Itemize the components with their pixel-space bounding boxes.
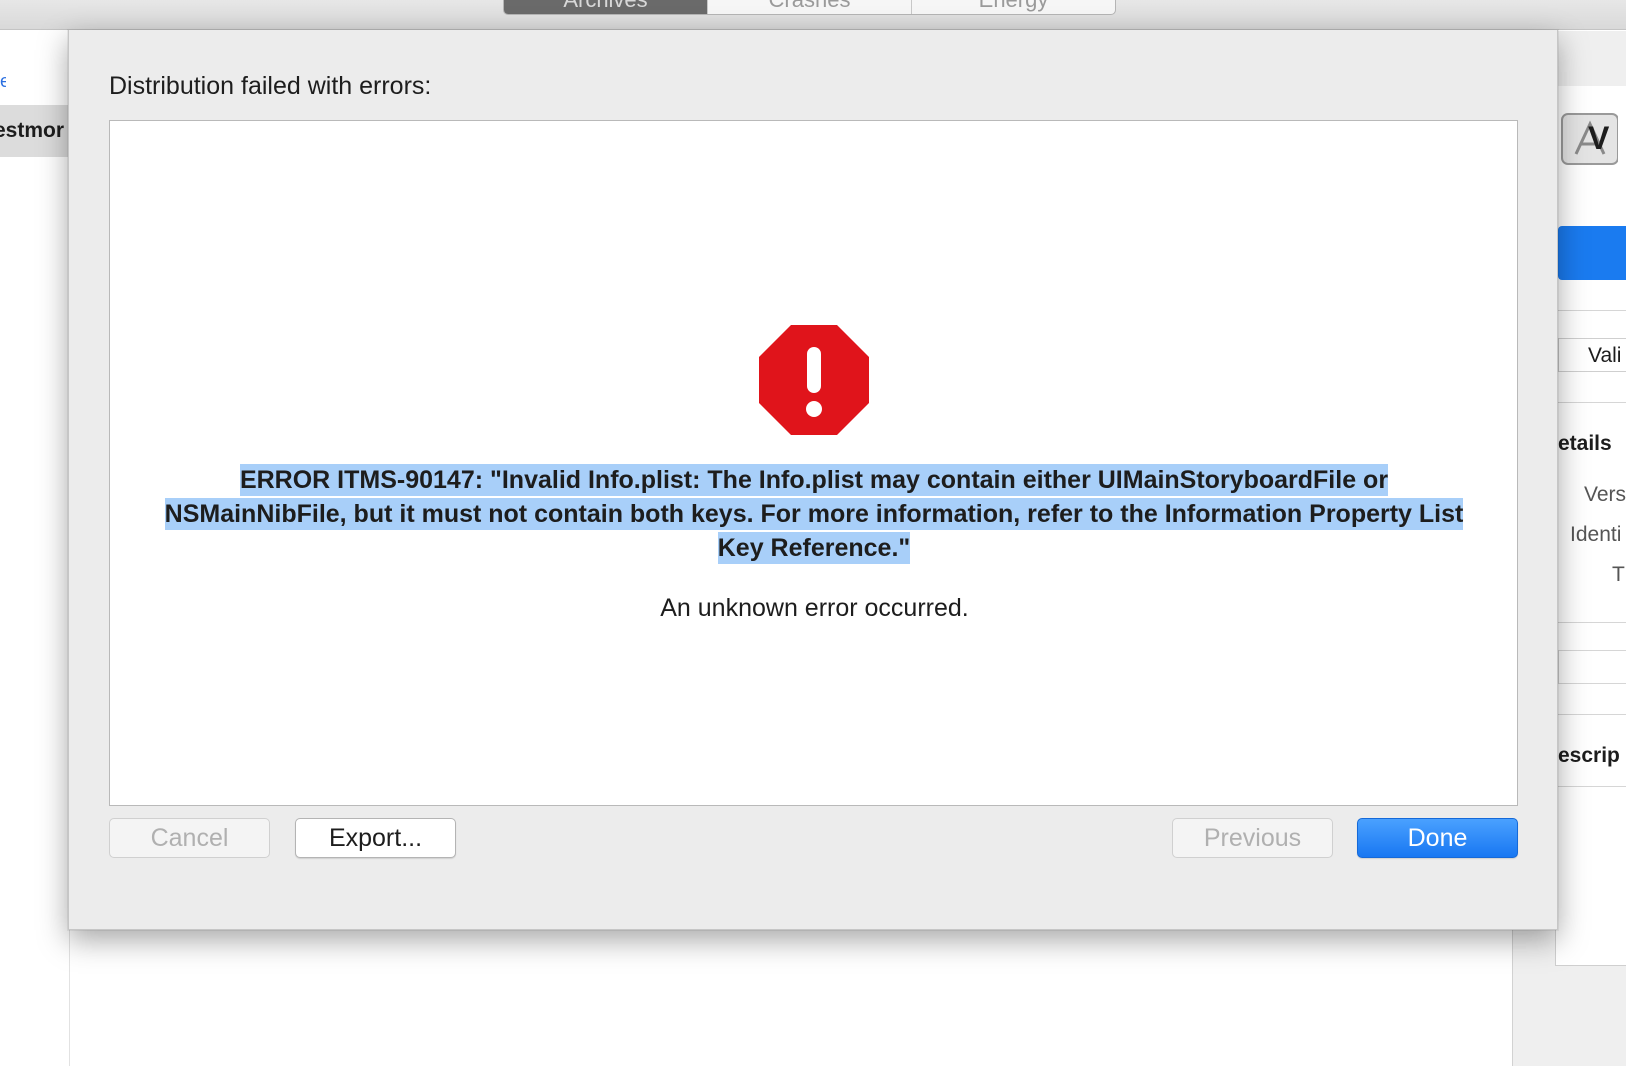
tab-energy[interactable]: Energy	[912, 0, 1115, 14]
xcode-organizer-window: Archives Crashes Energy e estmor V Vali …	[0, 0, 1626, 1066]
error-detail: An unknown error occurred.	[660, 594, 969, 622]
export-button[interactable]: Export...	[295, 818, 456, 858]
error-message[interactable]: ERROR ITMS-90147: "Invalid Info.plist: T…	[155, 463, 1473, 565]
done-button[interactable]: Done	[1357, 818, 1518, 858]
sidebar-item-selected[interactable]: estmor	[0, 105, 70, 157]
distribute-app-button[interactable]	[1558, 226, 1626, 280]
divider	[1558, 402, 1626, 403]
organizer-tab-control: Archives Crashes Energy	[503, 0, 1116, 15]
error-content-box: ERROR ITMS-90147: "Invalid Info.plist: T…	[109, 120, 1518, 806]
tab-crashes[interactable]: Crashes	[708, 0, 912, 14]
previous-button[interactable]: Previous	[1172, 818, 1333, 858]
sidebar-link[interactable]: e	[0, 71, 6, 92]
cancel-button[interactable]: Cancel	[109, 818, 270, 858]
window-toolbar: Archives Crashes Energy	[0, 0, 1626, 30]
archive-name-initial: V	[1588, 120, 1610, 156]
error-message-text[interactable]: ERROR ITMS-90147: "Invalid Info.plist: T…	[164, 464, 1464, 564]
divider	[1558, 622, 1626, 623]
stop-error-icon	[759, 325, 869, 435]
sheet-title: Distribution failed with errors:	[109, 72, 432, 100]
validate-label: Vali	[1588, 344, 1622, 367]
distribution-error-sheet: Distribution failed with errors: ERROR I…	[68, 30, 1558, 930]
tab-archives[interactable]: Archives	[504, 0, 708, 14]
divider	[1558, 714, 1626, 715]
team-label: T	[1612, 563, 1625, 586]
version-label: Vers	[1584, 483, 1626, 506]
details-heading: etails	[1558, 432, 1612, 455]
divider	[1558, 310, 1626, 311]
description-heading: escrip	[1558, 744, 1620, 767]
details-field	[1558, 650, 1626, 684]
divider	[1558, 786, 1626, 787]
identifier-label: Identi	[1570, 523, 1622, 546]
archives-sidebar: e estmor	[0, 31, 70, 1066]
